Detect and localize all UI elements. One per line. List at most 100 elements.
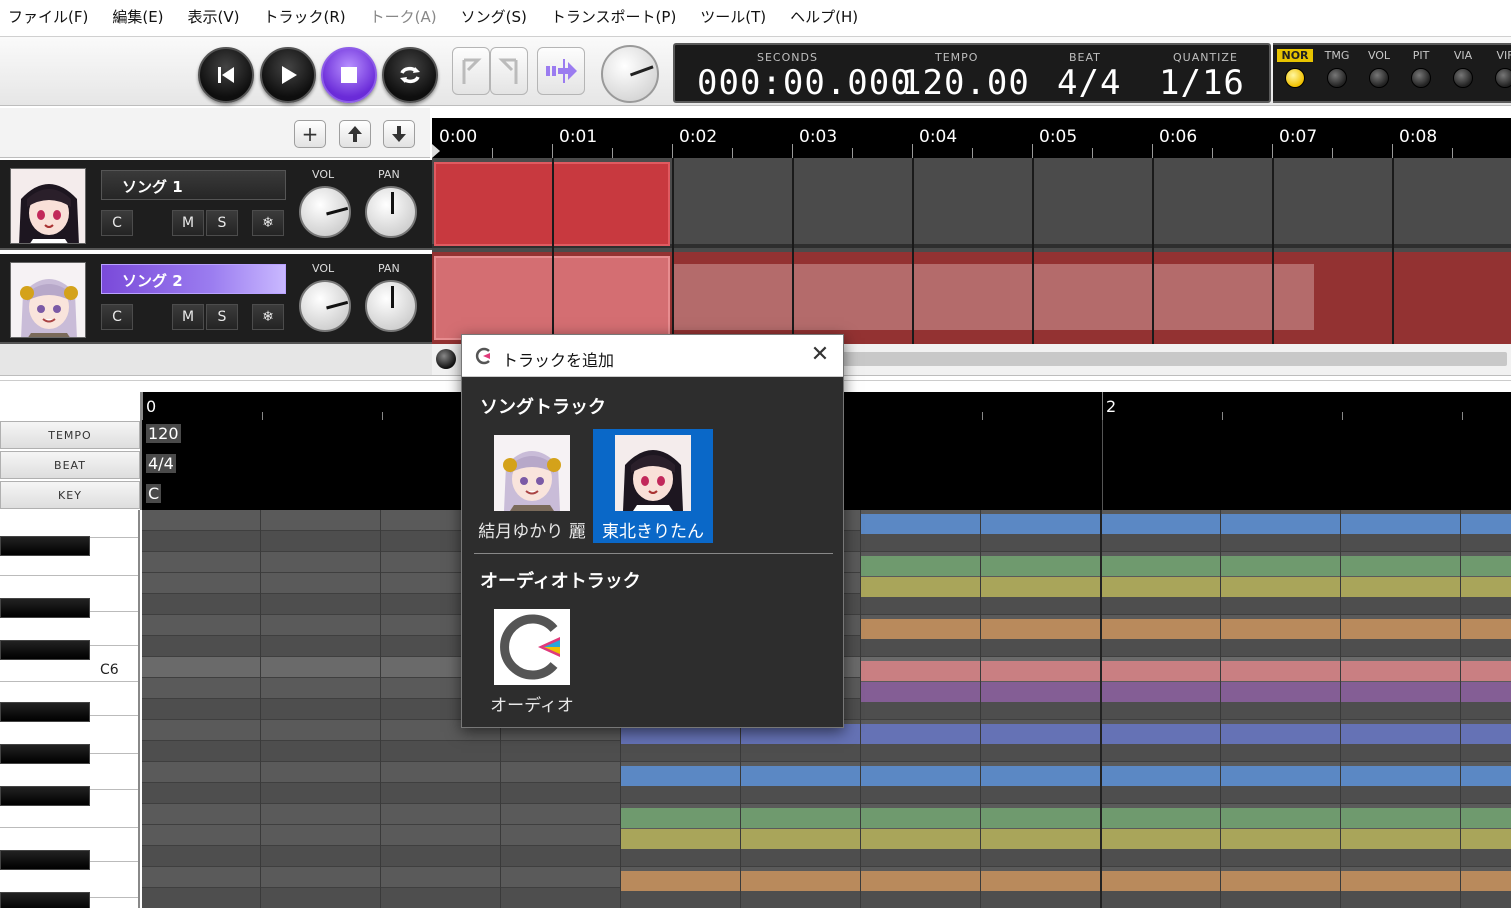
mode-vol[interactable]: VOL bbox=[1361, 49, 1397, 88]
loop-icon bbox=[400, 66, 420, 84]
mode-via[interactable]: VIA bbox=[1445, 49, 1481, 88]
stop-button[interactable] bbox=[321, 47, 377, 103]
track-row-1[interactable]: ソング 1 C M S ❄ VOL PAN bbox=[0, 160, 432, 250]
loop-end-button[interactable] bbox=[490, 47, 528, 95]
menu-edit[interactable]: 編集(E) bbox=[112, 6, 163, 27]
menu-bar: ファイル(F) 編集(E) 表示(V) トラック(R) トーク(A) ソング(S… bbox=[0, 0, 1511, 33]
menu-view[interactable]: 表示(V) bbox=[188, 6, 240, 27]
skip-back-icon bbox=[218, 67, 234, 83]
track-1-mute-button[interactable]: M bbox=[172, 210, 204, 236]
menu-help[interactable]: ヘルプ(H) bbox=[790, 6, 858, 27]
timeline-label: 0:07 bbox=[1279, 127, 1318, 147]
timeline-tick bbox=[852, 148, 853, 158]
piano-key-white[interactable] bbox=[0, 510, 138, 538]
track-1-pan-knob[interactable] bbox=[365, 186, 417, 238]
play-button[interactable] bbox=[260, 47, 316, 103]
voice-avatar-kiritan bbox=[615, 435, 691, 511]
timeline-tick bbox=[552, 144, 553, 158]
menu-song[interactable]: ソング(S) bbox=[461, 6, 527, 27]
arrangement-area[interactable] bbox=[432, 158, 1511, 344]
timeline-tick bbox=[1092, 148, 1093, 158]
scale-band bbox=[620, 766, 1511, 786]
beat-param-label: BEAT bbox=[0, 451, 140, 479]
song-block-track-2-ghost[interactable] bbox=[672, 264, 1314, 330]
arrangement-timeline[interactable]: 0:00 0:01 0:02 0:03 0:04 0:05 0:06 0:07 … bbox=[432, 118, 1511, 158]
track-list-footer bbox=[0, 344, 432, 376]
beat-value[interactable]: 4/4 bbox=[1057, 63, 1121, 103]
dialog-separator bbox=[474, 553, 833, 554]
piano-key-black[interactable] bbox=[0, 598, 90, 618]
mode-tmg[interactable]: TMG bbox=[1319, 49, 1355, 88]
track-1-vol-knob[interactable] bbox=[299, 186, 351, 238]
voice-avatar-yukari bbox=[494, 435, 570, 511]
track-1-fx-button[interactable]: ❄ bbox=[252, 210, 284, 236]
timeline-label: 0:04 bbox=[919, 127, 958, 147]
menu-track[interactable]: トラック(R) bbox=[264, 6, 346, 27]
mode-vif-led bbox=[1495, 68, 1511, 88]
menu-talk[interactable]: トーク(A) bbox=[370, 6, 437, 27]
roll-grid-line bbox=[1460, 510, 1461, 908]
piano-key-black[interactable] bbox=[0, 744, 90, 764]
grid-line bbox=[1272, 158, 1274, 344]
loop-start-button[interactable] bbox=[452, 47, 490, 95]
mode-nor[interactable]: NOR bbox=[1277, 49, 1313, 88]
grid-line bbox=[1392, 158, 1394, 344]
follow-cursor-button[interactable] bbox=[537, 47, 585, 95]
key-param-label: KEY bbox=[0, 481, 140, 509]
master-volume-knob[interactable] bbox=[601, 45, 659, 103]
mode-pit[interactable]: PIT bbox=[1403, 49, 1439, 88]
track-2-vol-knob[interactable] bbox=[299, 280, 351, 332]
add-track-button[interactable]: + bbox=[294, 120, 326, 148]
piano-key-black[interactable] bbox=[0, 640, 90, 660]
quantize-value[interactable]: 1/16 bbox=[1159, 63, 1245, 103]
track-2-c-button[interactable]: C bbox=[101, 304, 133, 330]
track-name-1[interactable]: ソング 1 bbox=[101, 170, 286, 200]
mode-pit-label: PIT bbox=[1412, 49, 1430, 62]
scale-band bbox=[860, 661, 1511, 681]
grid-line bbox=[672, 158, 674, 344]
track-1-c-button[interactable]: C bbox=[101, 210, 133, 236]
timeline-tick bbox=[972, 148, 973, 158]
zoom-knob[interactable] bbox=[436, 349, 456, 369]
timeline-tick bbox=[732, 148, 733, 158]
move-track-up-button[interactable] bbox=[339, 120, 371, 148]
track-2-solo-button[interactable]: S bbox=[206, 304, 238, 330]
roll-row bbox=[142, 888, 1511, 908]
loop-button[interactable] bbox=[382, 47, 438, 103]
audio-track-option[interactable]: オーディオ bbox=[472, 603, 592, 717]
key-param-value[interactable]: C bbox=[146, 484, 162, 503]
roll-grid-line bbox=[1100, 510, 1102, 908]
move-track-down-button[interactable] bbox=[383, 120, 415, 148]
arrow-down-icon bbox=[392, 126, 406, 142]
timeline-tick bbox=[1032, 144, 1033, 158]
track-2-mute-button[interactable]: M bbox=[172, 304, 204, 330]
track-2-pan-knob[interactable] bbox=[365, 280, 417, 332]
piano-keyboard[interactable]: C6 bbox=[0, 510, 140, 908]
tempo-value[interactable]: 120.00 bbox=[901, 63, 1030, 103]
voice-option-yukari[interactable]: 結月ゆかり 麗 bbox=[472, 429, 592, 543]
roll-row bbox=[142, 783, 1511, 804]
track-name-2[interactable]: ソング 2 bbox=[101, 264, 286, 294]
menu-tools[interactable]: ツール(T) bbox=[700, 6, 766, 27]
track-1-solo-button[interactable]: S bbox=[206, 210, 238, 236]
rewind-button[interactable] bbox=[198, 47, 254, 103]
piano-key-black[interactable] bbox=[0, 702, 90, 722]
menu-file[interactable]: ファイル(F) bbox=[8, 6, 88, 27]
voice-option-kiritan[interactable]: 東北きりたん bbox=[593, 429, 713, 543]
mode-vif[interactable]: VIF bbox=[1487, 49, 1511, 88]
piano-key-black[interactable] bbox=[0, 536, 90, 556]
piano-key-black[interactable] bbox=[0, 786, 90, 806]
menu-transport[interactable]: トランスポート(P) bbox=[551, 6, 676, 27]
close-icon[interactable]: ✕ bbox=[809, 344, 831, 367]
beat-param-value[interactable]: 4/4 bbox=[146, 454, 176, 473]
piano-key-black[interactable] bbox=[0, 850, 90, 870]
track-row-2[interactable]: ソング 2 C M S ❄ VOL PAN bbox=[0, 254, 432, 344]
timeline-tick bbox=[492, 148, 493, 158]
timeline-tick bbox=[792, 144, 793, 158]
track-2-fx-button[interactable]: ❄ bbox=[252, 304, 284, 330]
scale-band bbox=[860, 514, 1511, 534]
roll-grid-line bbox=[260, 510, 261, 908]
piano-key-black[interactable] bbox=[0, 892, 90, 908]
tempo-param-value[interactable]: 120 bbox=[146, 424, 181, 443]
edit-mode-panel: NOR TMG VOL PIT VIA VIF bbox=[1273, 43, 1511, 103]
